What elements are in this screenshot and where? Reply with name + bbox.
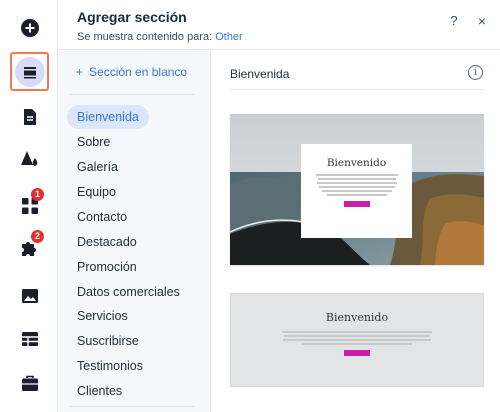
pages-icon[interactable] bbox=[13, 100, 47, 134]
category-equipo[interactable]: Equipo bbox=[67, 180, 126, 204]
divider bbox=[69, 406, 195, 407]
category-clientes[interactable]: Clientes bbox=[67, 379, 132, 403]
integrations-badge: 2 bbox=[31, 230, 44, 243]
apps-grid-icon[interactable]: 1 bbox=[13, 188, 47, 223]
placeholder-text bbox=[282, 331, 432, 345]
category-destacado[interactable]: Destacado bbox=[67, 230, 147, 254]
divider bbox=[230, 89, 484, 90]
apps-badge: 1 bbox=[31, 188, 44, 201]
category-list: + Sección en blanco Bienvenida Sobre Gale… bbox=[59, 51, 211, 412]
divider bbox=[69, 94, 195, 95]
welcome-heading: Bienvenido bbox=[326, 157, 387, 169]
cms-table-icon[interactable] bbox=[13, 322, 47, 356]
left-rail: 1 2 bbox=[0, 0, 58, 412]
section-preview-card[interactable]: Bienvenido bbox=[230, 114, 484, 265]
placeholder-text bbox=[315, 174, 398, 196]
category-sobre[interactable]: Sobre bbox=[67, 130, 120, 154]
add-plus-icon[interactable] bbox=[13, 11, 47, 45]
category-bienvenida[interactable]: Bienvenida bbox=[67, 105, 149, 129]
info-icon[interactable]: i bbox=[468, 65, 483, 80]
welcome-text-box: Bienvenido bbox=[301, 144, 412, 238]
plus-icon: + bbox=[76, 65, 84, 79]
content-for-label: Se muestra contenido para: Other bbox=[77, 31, 243, 43]
category-testimonios[interactable]: Testimonios bbox=[67, 354, 153, 378]
preview-panel: Bienvenida i Bienvenido Bienvenido bbox=[212, 51, 500, 412]
section-preview-card[interactable]: Bienvenido bbox=[230, 293, 484, 387]
preview-title: Bienvenida bbox=[230, 67, 290, 81]
welcome-heading: Bienvenido bbox=[325, 311, 389, 324]
puzzle-integrations-icon[interactable]: 2 bbox=[13, 230, 47, 265]
panel-header: Agregar sección Se muestra contenido par… bbox=[59, 0, 500, 50]
cta-button bbox=[344, 350, 370, 356]
design-theme-icon[interactable] bbox=[13, 142, 47, 176]
sections-icon[interactable] bbox=[10, 52, 49, 91]
cta-button bbox=[343, 201, 370, 207]
blank-section-label: Sección en blanco bbox=[89, 65, 188, 79]
close-button[interactable]: × bbox=[473, 12, 491, 30]
category-promocion[interactable]: Promoción bbox=[67, 255, 147, 279]
help-button[interactable]: ? bbox=[445, 12, 463, 30]
blank-section-button[interactable]: + Sección en blanco bbox=[76, 65, 187, 79]
category-galeria[interactable]: Galería bbox=[67, 155, 128, 179]
business-briefcase-icon[interactable] bbox=[13, 366, 47, 400]
content-for-link[interactable]: Other bbox=[215, 31, 243, 43]
category-contacto[interactable]: Contacto bbox=[67, 205, 137, 229]
category-suscribirse[interactable]: Suscribirse bbox=[67, 329, 149, 353]
subtitle-prefix: Se muestra contenido para: bbox=[77, 31, 213, 43]
category-datos-comerciales[interactable]: Datos comerciales bbox=[67, 280, 190, 304]
panel-title: Agregar sección bbox=[77, 9, 187, 25]
media-image-icon[interactable] bbox=[13, 279, 47, 313]
category-servicios[interactable]: Servicios bbox=[67, 304, 138, 328]
